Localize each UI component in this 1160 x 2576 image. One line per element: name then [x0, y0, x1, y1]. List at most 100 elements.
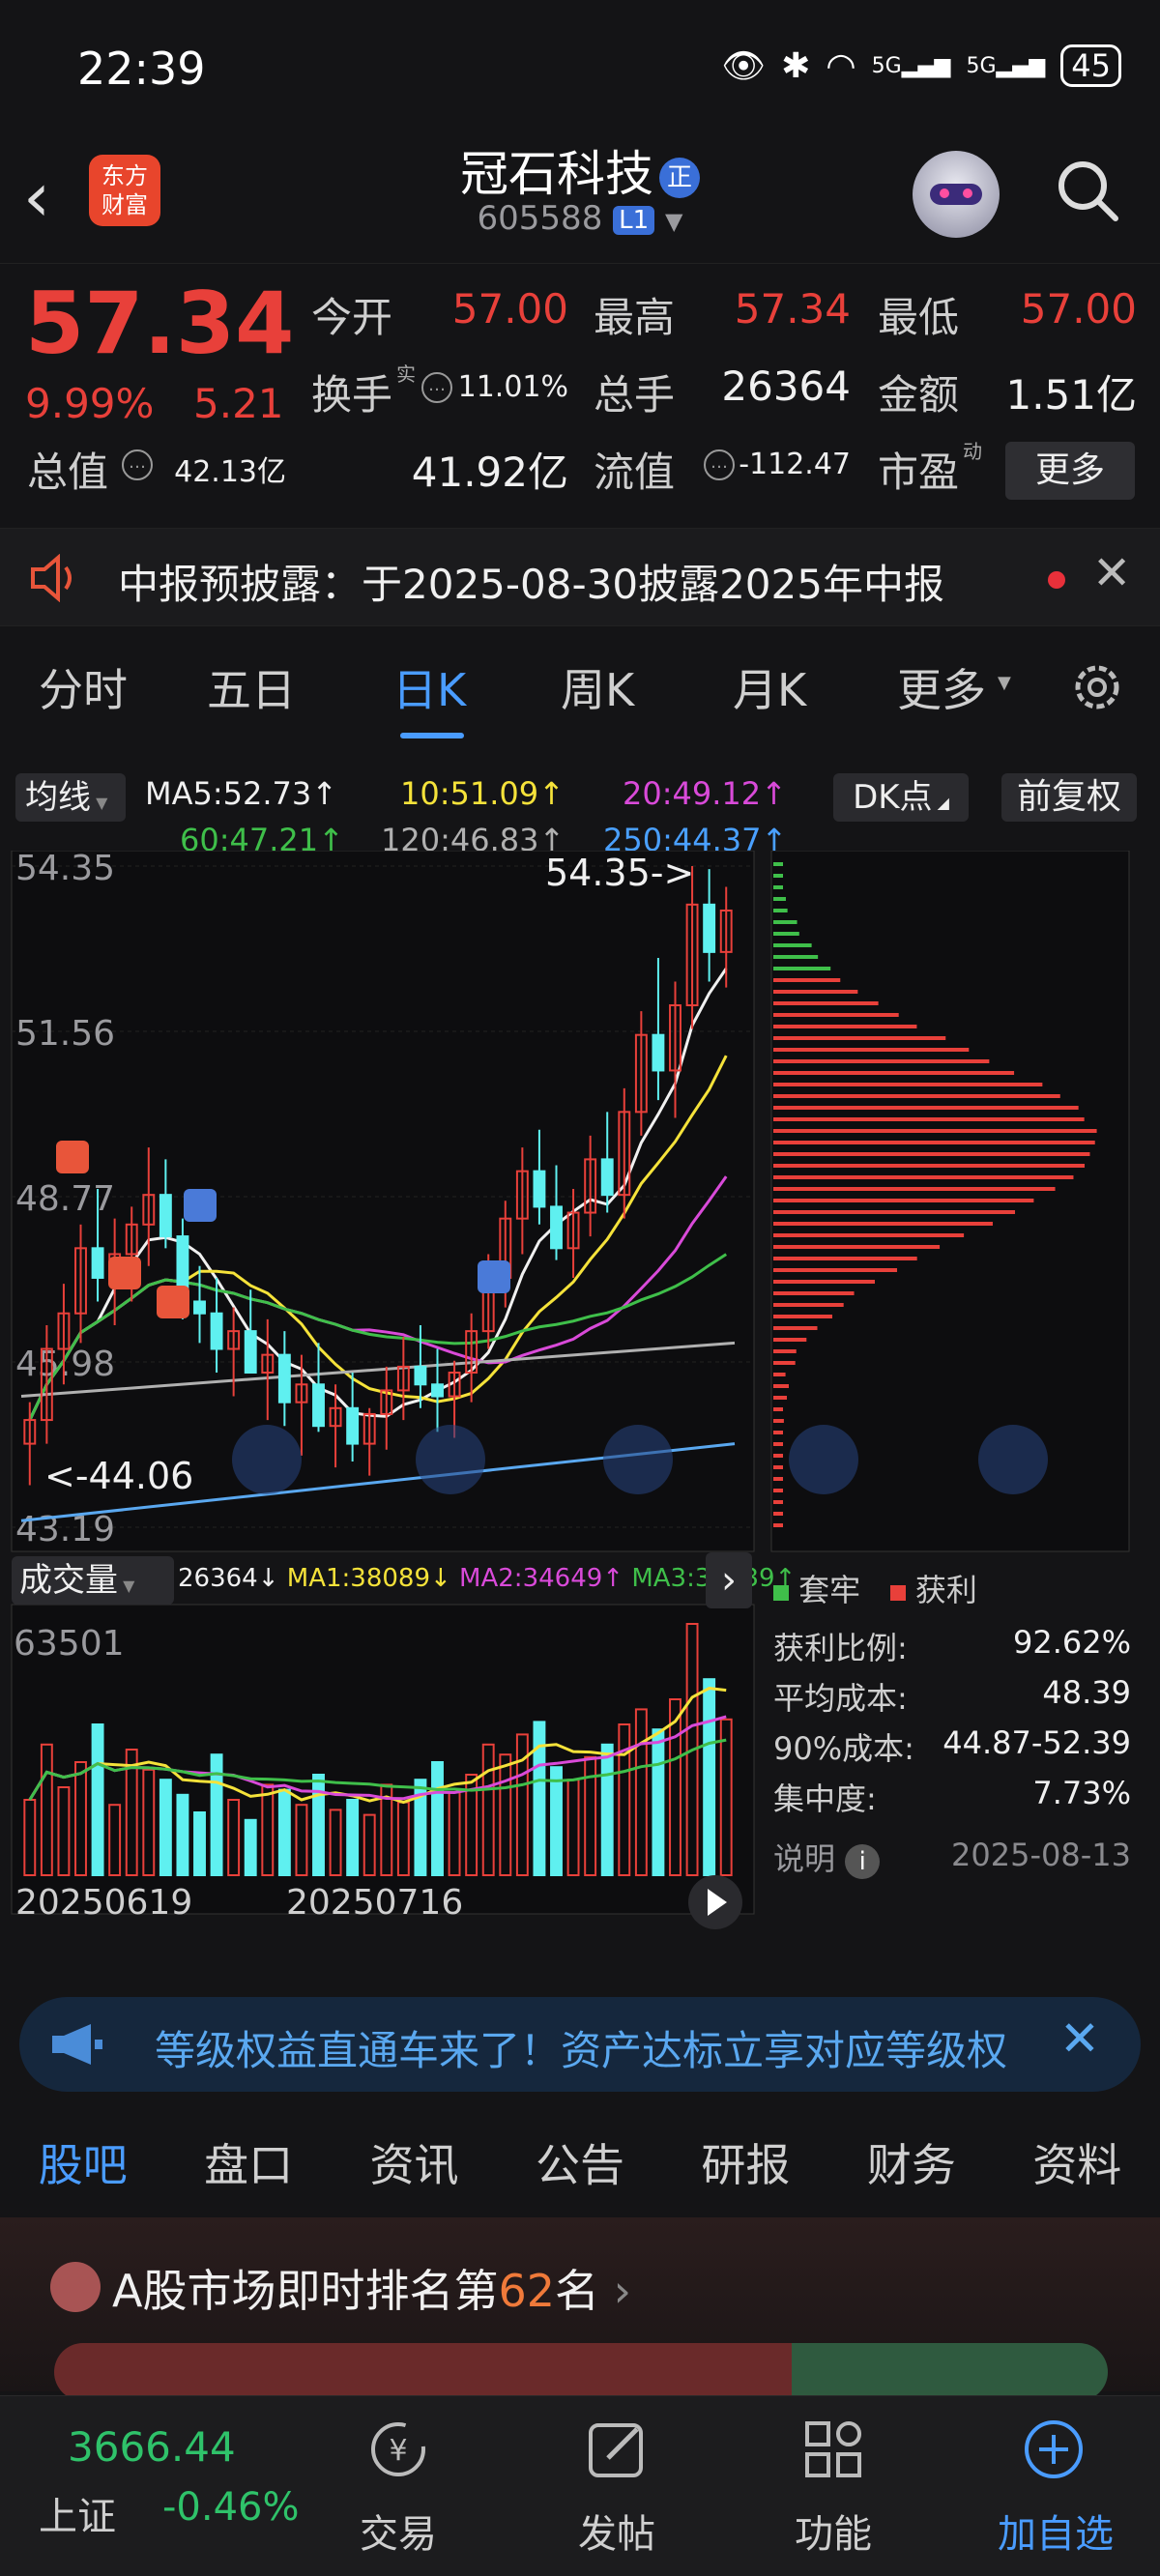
info-icon[interactable]: …	[704, 449, 735, 480]
bottom-nav: 3666.44 上证 -0.46% ¥ 交易 发帖 功能 加自选	[0, 2395, 1160, 2576]
assistant-robot-icon[interactable]	[913, 151, 1000, 238]
chip-bar	[773, 955, 818, 959]
info-icon[interactable]: …	[122, 449, 153, 480]
chip-stat-label: 集中度:	[773, 1775, 877, 1819]
close-icon[interactable]: ✕	[1092, 546, 1131, 600]
ma-value: MA5:52.73↑	[145, 775, 337, 812]
promo-banner[interactable]: 等级权益直通车来了！资产达标立享对应等级权 ✕	[19, 1997, 1141, 2092]
chip-bar	[773, 1396, 787, 1400]
candlestick-chart[interactable]: 54.3551.5648.7745.9843.1954.35-><-44.066…	[0, 851, 1160, 1972]
bluetooth-icon: ✱	[781, 46, 810, 86]
candle-body	[432, 1384, 443, 1396]
nav-trade[interactable]: ¥	[360, 2416, 437, 2487]
grid-icon	[799, 2416, 867, 2483]
min-price-label: <-44.06	[44, 1455, 193, 1497]
chip-bar	[773, 1465, 783, 1469]
tab-5[interactable]: 月K	[733, 655, 806, 719]
quote-label: 最低	[878, 285, 959, 344]
chip-bar	[773, 1129, 1097, 1133]
tab-4[interactable]: 周K	[561, 655, 634, 719]
more-button[interactable]: 更多	[1005, 442, 1135, 500]
section-tabs: 股吧 盘口 资讯 公告 研报 财务 资料	[0, 2109, 1160, 2215]
trade-marker	[184, 1189, 217, 1222]
adjust-button[interactable]: 前复权	[1001, 773, 1137, 822]
tab-1[interactable]: 分时	[39, 655, 128, 719]
chip-note[interactable]: 说明 i	[773, 1835, 880, 1879]
nav-function[interactable]	[795, 2416, 872, 2487]
chip-bar	[773, 1106, 1079, 1110]
chip-bar	[773, 1245, 940, 1249]
section-tab-4[interactable]: 公告	[536, 2130, 624, 2194]
chip-bar	[773, 1094, 1060, 1098]
chip-stat-value: 44.87-52.39	[942, 1724, 1131, 1761]
promo-close-icon[interactable]: ✕	[1059, 2011, 1100, 2067]
chip-bar	[773, 978, 840, 982]
notice-bar[interactable]: 中报预披露：于2025-08-30披露2025年中报 ✕	[0, 528, 1160, 626]
nav-post[interactable]	[578, 2416, 655, 2487]
edit-icon	[583, 2416, 651, 2483]
status-icons: 👁 ✱ ◠ 5G▂▄▆ 5G▂▄▆ 45	[721, 44, 1121, 87]
chip-bar	[773, 920, 798, 924]
dk-point-button[interactable]: DK点 ◢	[833, 773, 969, 822]
chart-nav-button[interactable]	[416, 1425, 485, 1494]
quote-label: 总手	[594, 362, 675, 421]
tab-3[interactable]: 日K	[392, 655, 466, 719]
chip-bar	[773, 1512, 783, 1516]
volume-bar	[246, 1820, 256, 1875]
section-tab-3[interactable]: 资讯	[370, 2130, 459, 2194]
ma-value: 20:49.12↑	[623, 775, 787, 812]
candle-body	[652, 1035, 663, 1071]
chip-bar	[773, 1419, 784, 1423]
vol-ma2: MA2:34649↑	[459, 1564, 624, 1593]
chart-nav-button[interactable]	[789, 1425, 858, 1494]
info-icon[interactable]: …	[421, 372, 452, 403]
chip-bar	[773, 1059, 989, 1063]
section-tab-6[interactable]: 财务	[867, 2130, 956, 2194]
volume-bar	[194, 1812, 205, 1875]
search-icon[interactable]	[1054, 157, 1121, 224]
ma-selector[interactable]: 均线 ▼	[15, 773, 126, 822]
wifi-icon: ◠	[826, 46, 856, 86]
section-tab-2[interactable]: 盘口	[204, 2130, 293, 2194]
chart-nav-button[interactable]	[603, 1425, 673, 1494]
chip-bar	[773, 1164, 1085, 1168]
chip-bar	[773, 967, 830, 970]
nav-post-label[interactable]: 发帖	[578, 2503, 655, 2559]
signal-icon: 5G▂▄▆	[872, 54, 951, 78]
chip-stat-label: 获利比例:	[773, 1624, 908, 1668]
chip-bar	[773, 897, 786, 901]
y-tick-label: 45.98	[15, 1345, 115, 1384]
volume-selector[interactable]: 成交量 ▼	[12, 1556, 174, 1605]
quote-value: 26364	[721, 362, 851, 410]
plus-circle-icon	[1020, 2416, 1088, 2483]
chip-bar	[773, 862, 783, 866]
signal-icon-2: 5G▂▄▆	[966, 54, 1045, 78]
nav-trade-label[interactable]: 交易	[360, 2503, 437, 2559]
chip-bar	[773, 1454, 783, 1458]
status-bar: 22:39 👁 ✱ ◠ 5G▂▄▆ 5G▂▄▆ 45	[0, 0, 1160, 135]
chart-nav-button[interactable]	[232, 1425, 302, 1494]
max-price-label: 54.35->	[545, 852, 694, 894]
expand-arrow-icon[interactable]: ›	[706, 1552, 752, 1608]
section-tab-1[interactable]: 股吧	[39, 2130, 128, 2194]
chip-bar	[773, 1152, 1089, 1156]
settings-gear-icon[interactable]	[1067, 657, 1127, 717]
tab-6[interactable]: 更多	[897, 655, 986, 719]
nav-add-watchlist-label[interactable]: 加自选	[988, 2503, 1123, 2559]
volume-bar	[279, 1790, 290, 1875]
quote-label: 换手	[311, 362, 392, 421]
tab-2[interactable]: 五日	[207, 655, 296, 719]
chip-bar	[773, 1187, 1056, 1191]
section-tab-7[interactable]: 资料	[1032, 2130, 1121, 2194]
nav-add-watchlist[interactable]	[1015, 2416, 1092, 2487]
volume-bar	[347, 1800, 358, 1875]
chart-nav-button[interactable]	[978, 1425, 1048, 1494]
section-tab-5[interactable]: 研报	[701, 2130, 790, 2194]
chip-bar	[773, 1222, 993, 1226]
ranking-panel[interactable]: A股市场即时排名第62名 ›	[0, 2217, 1160, 2391]
nav-function-label[interactable]: 功能	[795, 2503, 872, 2559]
quote-value: 11.01%	[458, 370, 568, 404]
candle-body	[212, 1314, 222, 1349]
quote-value: 57.00	[1021, 285, 1137, 333]
chip-bar	[773, 943, 812, 947]
